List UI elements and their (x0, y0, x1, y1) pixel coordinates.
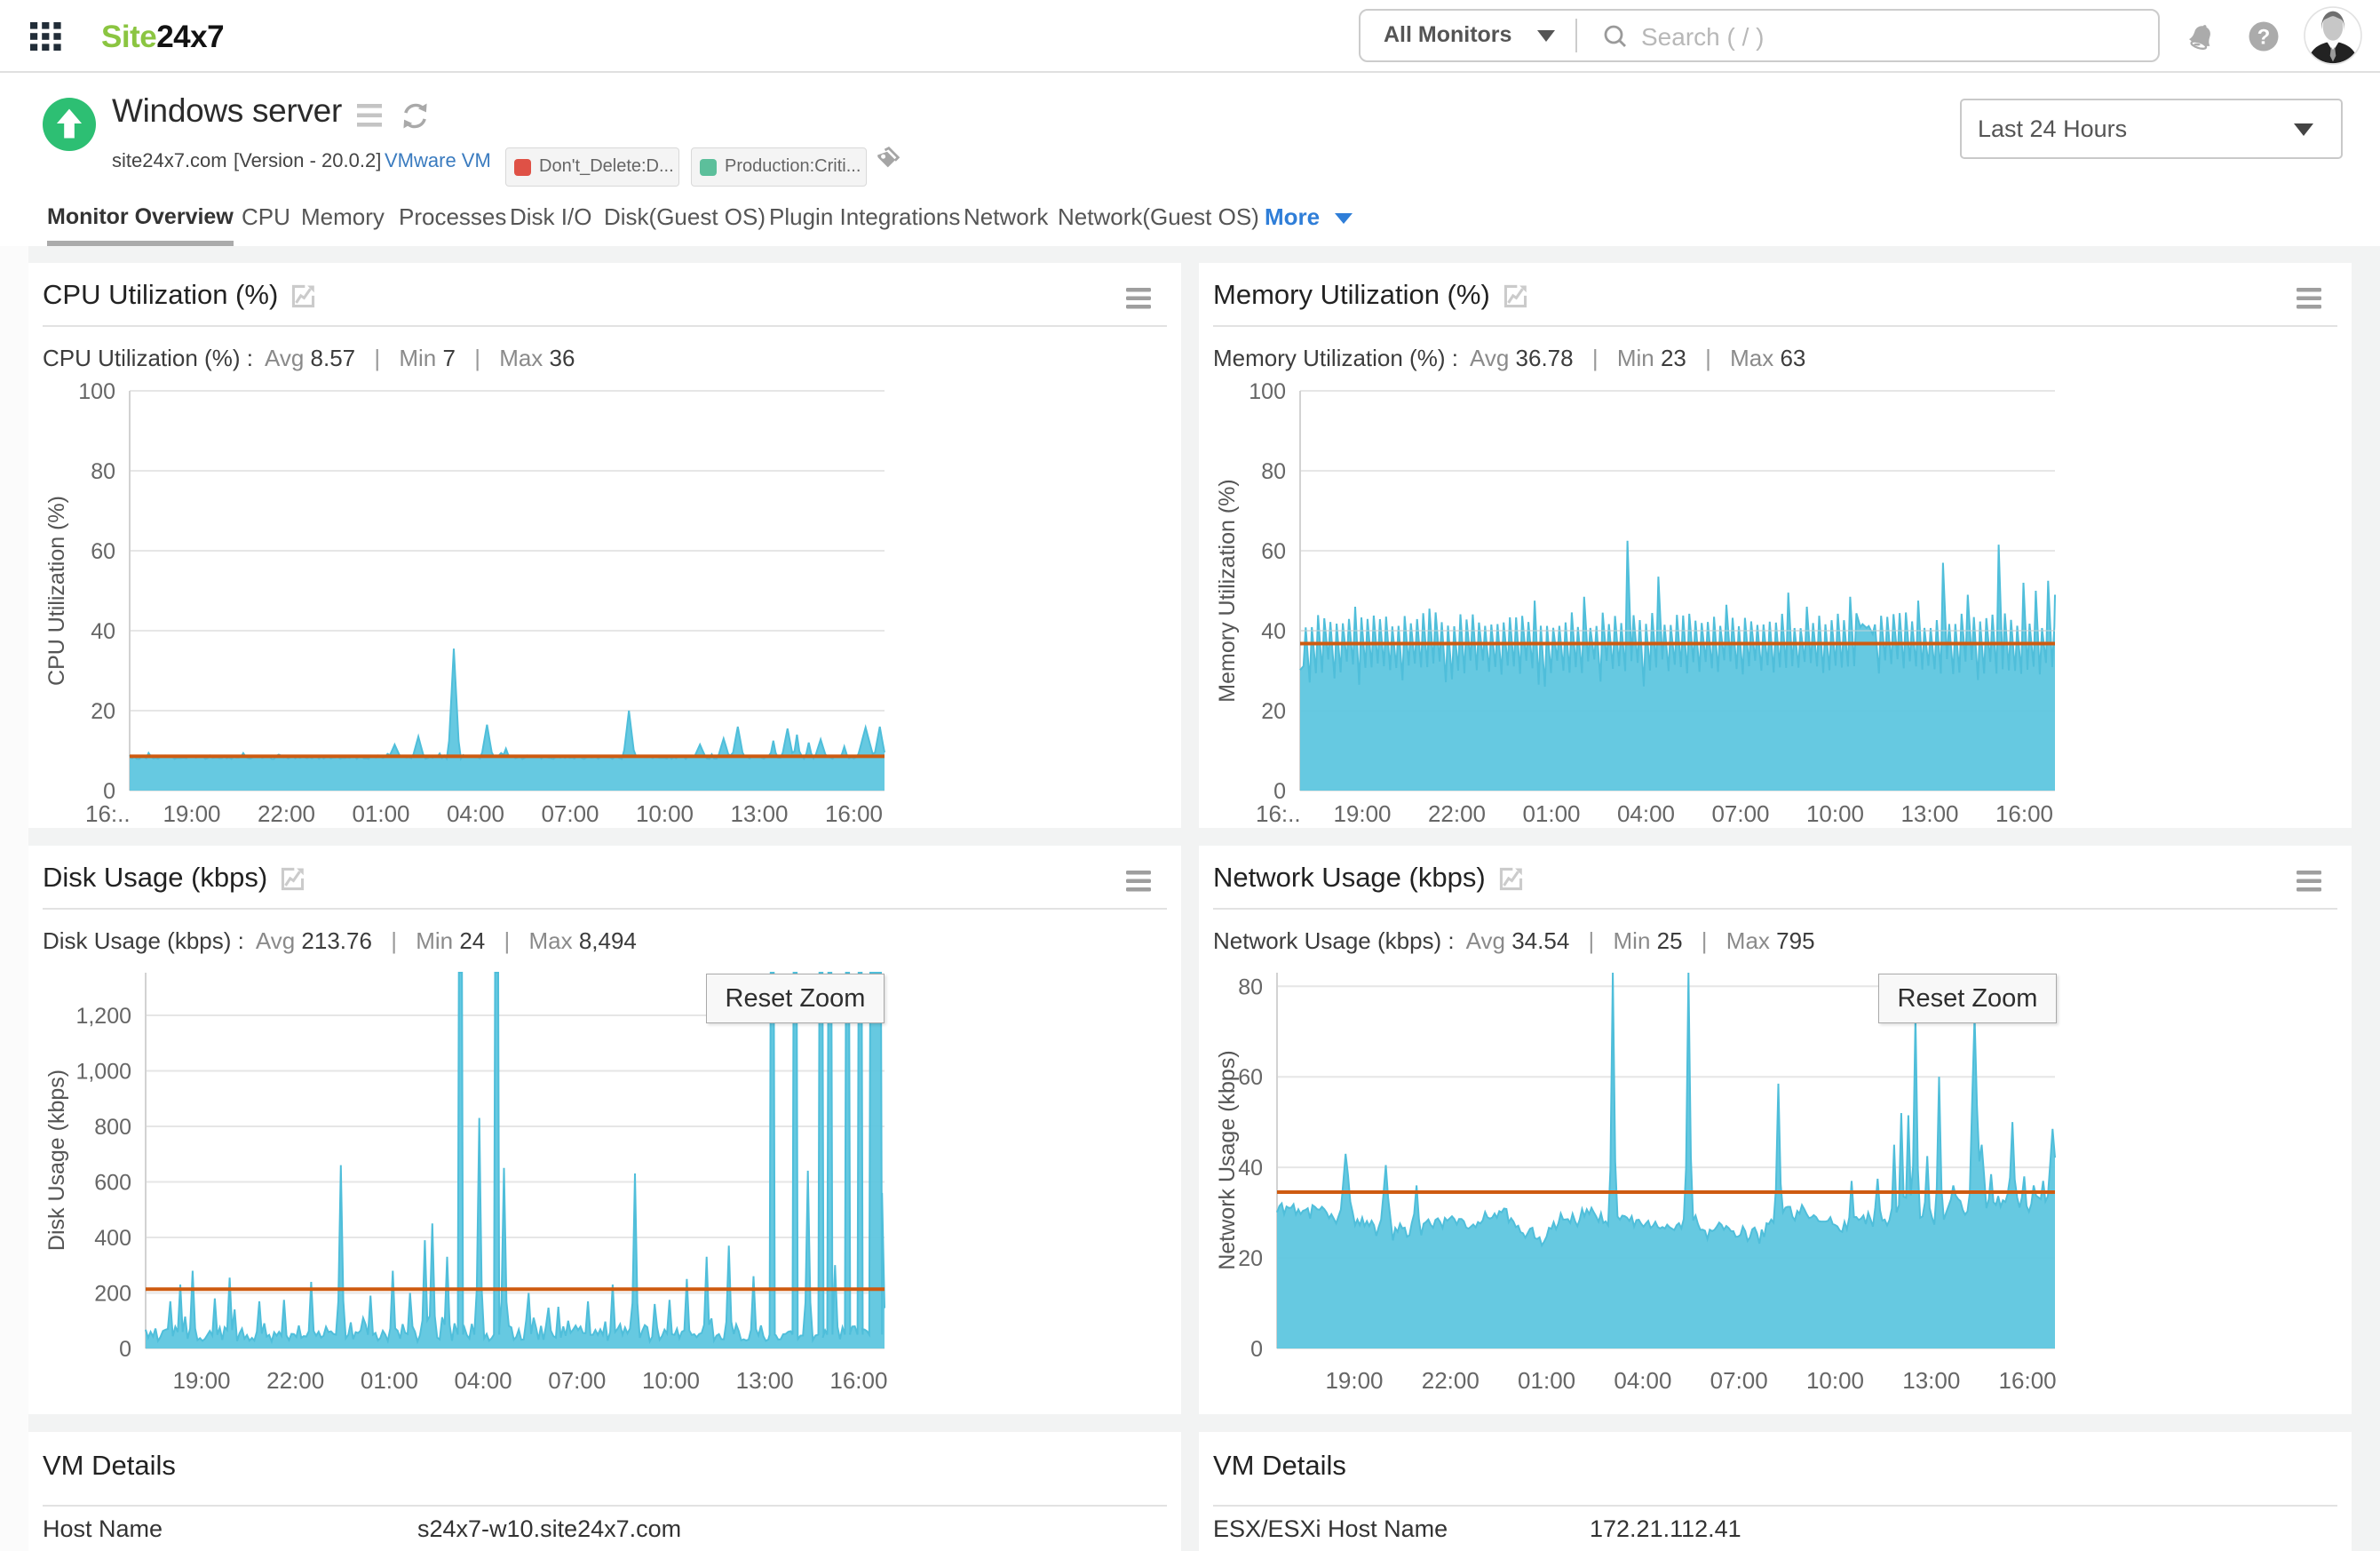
svg-text:Memory Utilization (%): Memory Utilization (%) (1215, 479, 1240, 702)
svg-text:04:00: 04:00 (1614, 1367, 1671, 1394)
svg-text:13:00: 13:00 (1900, 800, 1958, 827)
svg-text:22:00: 22:00 (258, 800, 315, 827)
svg-text:01:00: 01:00 (1522, 800, 1580, 827)
svg-text:200: 200 (94, 1282, 131, 1307)
svg-text:07:00: 07:00 (1710, 1367, 1768, 1394)
svg-text:80: 80 (91, 459, 115, 484)
svg-text:19:00: 19:00 (1333, 800, 1391, 827)
svg-text:19:00: 19:00 (163, 800, 220, 827)
svg-text:07:00: 07:00 (548, 1367, 606, 1394)
svg-text:16:..: 16:.. (85, 800, 131, 827)
svg-text:CPU Utilization (%): CPU Utilization (%) (44, 496, 69, 686)
svg-text:04:00: 04:00 (1617, 800, 1675, 827)
svg-text:0: 0 (1250, 1337, 1263, 1362)
svg-text:?: ? (2257, 26, 2271, 50)
svg-text:16:..: 16:.. (1256, 800, 1301, 827)
svg-text:800: 800 (94, 1115, 131, 1140)
svg-text:16:00: 16:00 (1995, 800, 2053, 827)
svg-text:40: 40 (1261, 619, 1286, 644)
svg-text:10:00: 10:00 (1806, 1367, 1864, 1394)
svg-text:80: 80 (1238, 974, 1263, 999)
svg-text:Disk Usage (kbps): Disk Usage (kbps) (44, 1070, 69, 1251)
svg-text:20: 20 (1238, 1246, 1263, 1271)
svg-text:20: 20 (1261, 699, 1286, 724)
svg-text:1,000: 1,000 (75, 1060, 131, 1085)
svg-text:0: 0 (119, 1337, 131, 1362)
svg-text:100: 100 (78, 379, 115, 404)
svg-text:13:00: 13:00 (730, 800, 788, 827)
svg-text:16:00: 16:00 (825, 800, 883, 827)
svg-text:22:00: 22:00 (1422, 1367, 1480, 1394)
svg-text:13:00: 13:00 (1902, 1367, 1960, 1394)
svg-text:01:00: 01:00 (361, 1367, 418, 1394)
svg-text:10:00: 10:00 (642, 1367, 700, 1394)
svg-text:13:00: 13:00 (736, 1367, 794, 1394)
svg-text:01:00: 01:00 (352, 800, 409, 827)
svg-text:Network Usage (kbps): Network Usage (kbps) (1215, 1050, 1240, 1269)
svg-text:22:00: 22:00 (266, 1367, 324, 1394)
svg-text:60: 60 (1238, 1065, 1263, 1090)
svg-text:80: 80 (1261, 459, 1286, 484)
svg-text:100: 100 (1249, 379, 1286, 404)
svg-text:16:00: 16:00 (1999, 1367, 2057, 1394)
svg-text:10:00: 10:00 (1806, 800, 1864, 827)
svg-text:20: 20 (91, 699, 115, 724)
svg-text:60: 60 (91, 539, 115, 564)
svg-text:19:00: 19:00 (172, 1367, 230, 1394)
svg-text:16:00: 16:00 (829, 1367, 887, 1394)
svg-text:07:00: 07:00 (541, 800, 599, 827)
svg-text:40: 40 (91, 619, 115, 644)
svg-text:04:00: 04:00 (447, 800, 504, 827)
svg-text:01:00: 01:00 (1518, 1367, 1575, 1394)
svg-text:19:00: 19:00 (1325, 1367, 1383, 1394)
svg-text:10:00: 10:00 (636, 800, 694, 827)
svg-text:60: 60 (1261, 539, 1286, 564)
svg-text:1,200: 1,200 (75, 1004, 131, 1029)
svg-text:07:00: 07:00 (1711, 800, 1769, 827)
svg-text:600: 600 (94, 1171, 131, 1196)
svg-text:04:00: 04:00 (455, 1367, 512, 1394)
svg-text:22:00: 22:00 (1428, 800, 1486, 827)
svg-text:40: 40 (1238, 1156, 1263, 1181)
svg-text:400: 400 (94, 1226, 131, 1251)
